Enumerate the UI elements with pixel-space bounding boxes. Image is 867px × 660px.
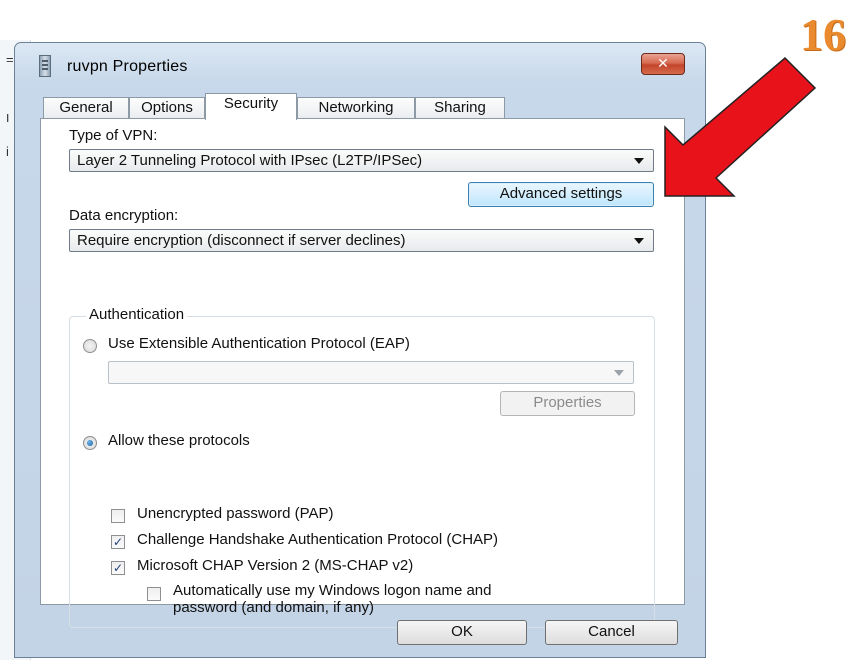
data-encryption-label: Data encryption: [69, 207, 179, 224]
chevron-down-icon [634, 158, 644, 164]
allow-protocols-radio[interactable] [83, 436, 97, 450]
chevron-down-icon [634, 238, 644, 244]
eap-method-dropdown[interactable] [108, 361, 634, 384]
auto-logon-label[interactable]: Automatically use my Windows logon name … [173, 582, 492, 616]
chap-checkbox[interactable]: ✓ [111, 535, 125, 549]
type-of-vpn-dropdown[interactable]: Layer 2 Tunneling Protocol with IPsec (L… [69, 149, 654, 172]
allow-protocols-label[interactable]: Allow these protocols [108, 432, 250, 449]
chap-label[interactable]: Challenge Handshake Authentication Proto… [137, 531, 498, 548]
authentication-group: Authentication Use Extensible Authentica… [69, 306, 655, 628]
vpn-connection-icon [39, 55, 51, 77]
tab-options[interactable]: Options [129, 97, 205, 119]
data-encryption-dropdown[interactable]: Require encryption (disconnect if server… [69, 229, 654, 252]
pap-checkbox[interactable] [111, 509, 125, 523]
tab-networking[interactable]: Networking [297, 97, 415, 119]
eap-properties-button[interactable]: Properties [500, 391, 635, 416]
close-button[interactable]: ✕ [641, 53, 685, 75]
data-encryption-value: Require encryption (disconnect if server… [77, 232, 406, 249]
tab-security[interactable]: Security [205, 93, 297, 120]
window-title: ruvpn Properties [67, 58, 188, 75]
type-of-vpn-value: Layer 2 Tunneling Protocol with IPsec (L… [77, 152, 423, 169]
authentication-legend: Authentication [86, 306, 188, 323]
step-number: 16 [800, 9, 846, 60]
background-text: ו [6, 110, 10, 125]
background-text: i [6, 144, 9, 159]
type-of-vpn-label: Type of VPN: [69, 127, 158, 144]
cancel-button[interactable]: Cancel [545, 620, 678, 645]
advanced-settings-button[interactable]: Advanced settings [468, 182, 654, 207]
tab-general[interactable]: General [43, 97, 129, 119]
ms-chap-v2-checkbox[interactable]: ✓ [111, 561, 125, 575]
auto-logon-line-2: password (and domain, if any) [173, 599, 374, 616]
vpn-properties-dialog: ruvpn Properties ✕ General Options Secur… [14, 42, 706, 658]
chevron-down-icon [614, 370, 624, 376]
tab-sharing[interactable]: Sharing [415, 97, 505, 119]
background-text: = [6, 52, 14, 67]
title-bar[interactable]: ruvpn Properties ✕ [15, 43, 705, 89]
ms-chap-v2-label[interactable]: Microsoft CHAP Version 2 (MS-CHAP v2) [137, 557, 413, 574]
pap-label[interactable]: Unencrypted password (PAP) [137, 505, 333, 522]
auto-logon-line-1: Automatically use my Windows logon name … [173, 582, 492, 599]
ok-button[interactable]: OK [397, 620, 527, 645]
eap-radio[interactable] [83, 339, 97, 353]
eap-option-label[interactable]: Use Extensible Authentication Protocol (… [108, 335, 410, 352]
auto-logon-checkbox[interactable] [147, 587, 161, 601]
security-tab-panel: Type of VPN: Layer 2 Tunneling Protocol … [40, 118, 685, 628]
